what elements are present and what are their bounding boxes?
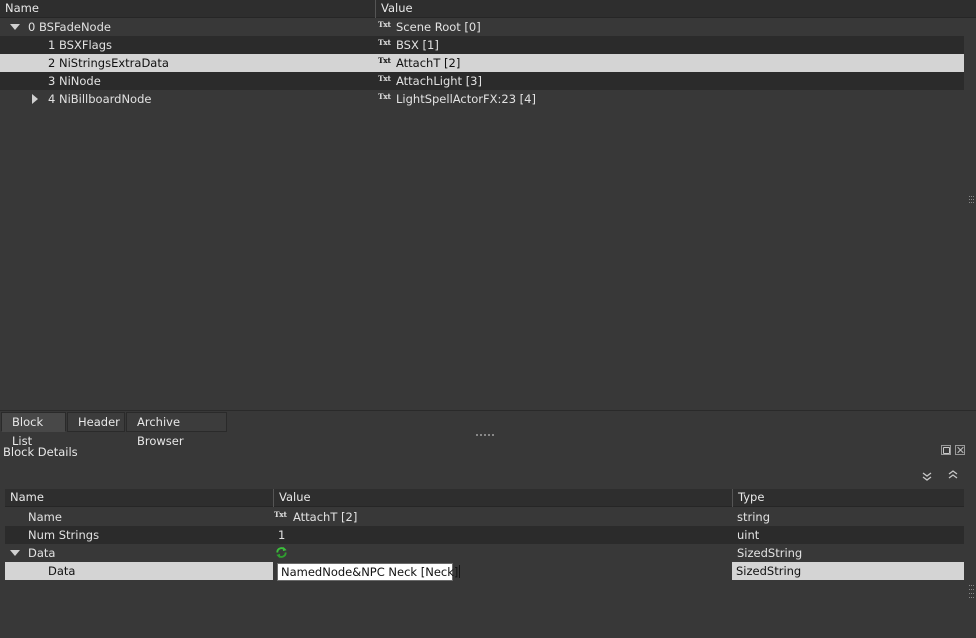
detail-field-value[interactable]: AttachT [2]	[293, 508, 357, 526]
block-row-nistringsextradata[interactable]: 2 NiStringsExtraData Txt AttachT [2]	[0, 54, 964, 72]
expanded-arrow-icon[interactable]	[10, 24, 20, 30]
detail-field-name: Data	[28, 546, 56, 560]
column-header-name-label: Name	[5, 1, 39, 15]
text-value-icon: Txt	[378, 74, 391, 83]
column-header-type-label: Type	[738, 490, 765, 504]
splitter-handle-icon[interactable]	[969, 196, 974, 197]
detail-row-data[interactable]: Data NamedNode&NPC Neck [Neck] SizedStri…	[5, 562, 964, 581]
tab-block-list[interactable]: Block List	[1, 412, 66, 448]
text-value-icon: Txt	[378, 92, 391, 101]
tab-archive-browser[interactable]: Archive Browser	[126, 412, 227, 448]
splitter-handle-icon[interactable]	[969, 589, 974, 590]
block-row-ninode[interactable]: 3 NiNode Txt AttachLight [3]	[0, 72, 964, 90]
splitter-handle-icon[interactable]	[969, 199, 974, 200]
collapse-all-icon[interactable]	[947, 469, 959, 481]
expanded-arrow-icon[interactable]	[10, 550, 20, 556]
block-row-value: AttachT [2]	[396, 56, 461, 70]
block-details-tree[interactable]: Name Value Type Name Txt AttachT [2] str…	[5, 489, 964, 589]
splitter-handle-icon[interactable]	[476, 434, 494, 437]
float-panel-icon[interactable]	[941, 445, 951, 455]
block-row-name: 4 NiBillboardNode	[48, 92, 152, 106]
text-value-icon: Txt	[378, 20, 391, 29]
detail-field-type: SizedString	[737, 546, 803, 560]
block-row-bsfadenode[interactable]: 0 BSFadeNode Txt Scene Root [0]	[0, 18, 964, 36]
block-details-title: Block Details	[3, 445, 78, 459]
text-cursor	[459, 565, 461, 578]
data-value-text: NamedNode&NPC Neck [Neck]	[281, 565, 459, 579]
column-header-name-label: Name	[10, 490, 44, 504]
block-list-view[interactable]: Name Value 0 BSFadeNode Txt Scene Root […	[0, 0, 976, 410]
column-header-name[interactable]: Name	[0, 0, 375, 18]
block-row-value: LightSpellActorFX:23 [4]	[396, 92, 536, 106]
text-value-icon: Txt	[274, 510, 287, 519]
block-row-name: 1 BSXFlags	[48, 38, 112, 52]
column-header-value-label: Value	[279, 490, 311, 504]
block-row-name: 3 NiNode	[48, 74, 101, 88]
expand-all-icon[interactable]	[921, 471, 933, 483]
splitter-handle-icon[interactable]	[969, 597, 974, 598]
block-row-name: 0 BSFadeNode	[28, 20, 111, 34]
splitter-handle-icon[interactable]	[969, 202, 974, 203]
block-row-value: AttachLight [3]	[396, 74, 482, 88]
detail-row-data-group[interactable]: Data SizedString	[5, 544, 964, 562]
splitter-handle-icon[interactable]	[969, 585, 974, 586]
detail-field-name: Num Strings	[28, 528, 100, 542]
details-column-header-type[interactable]: Type	[733, 489, 964, 507]
detail-field-type: string	[737, 510, 771, 524]
detail-field-value[interactable]: 1	[278, 526, 285, 544]
block-row-value: Scene Root [0]	[396, 20, 481, 34]
column-header-value[interactable]: Value	[376, 0, 976, 18]
refresh-array-icon[interactable]	[275, 546, 288, 559]
selected-name-cell[interactable]	[5, 562, 273, 580]
splitter-handle-icon[interactable]	[969, 593, 974, 594]
details-column-header-value[interactable]: Value	[274, 489, 732, 507]
close-panel-icon[interactable]	[955, 445, 965, 455]
text-value-icon: Txt	[378, 38, 391, 47]
tab-label: Archive Browser	[137, 415, 184, 448]
detail-row-name[interactable]: Name Txt AttachT [2] string	[5, 508, 964, 526]
tab-header[interactable]: Header	[67, 412, 125, 432]
detail-row-num-strings[interactable]: Num Strings 1 uint	[5, 526, 964, 544]
dock-tab-bar: Block List Header Archive Browser	[0, 410, 976, 448]
text-value-icon: Txt	[378, 56, 391, 65]
data-value-edit-field[interactable]: NamedNode&NPC Neck [Neck]	[277, 563, 461, 581]
detail-field-type: SizedString	[736, 564, 802, 578]
collapsed-arrow-icon[interactable]	[32, 94, 38, 104]
block-row-nibillboardnode[interactable]: 4 NiBillboardNode Txt LightSpellActorFX:…	[0, 90, 964, 108]
detail-field-name: Name	[28, 510, 62, 524]
column-header-value-label: Value	[381, 1, 413, 15]
block-row-bsxflags[interactable]: 1 BSXFlags Txt BSX [1]	[0, 36, 964, 54]
details-column-header-name[interactable]: Name	[5, 489, 273, 507]
block-row-name: 2 NiStringsExtraData	[48, 56, 169, 70]
detail-field-name: Data	[48, 564, 76, 578]
detail-field-type: uint	[737, 528, 760, 542]
block-row-value: BSX [1]	[396, 38, 439, 52]
tab-label: Header	[78, 415, 120, 429]
